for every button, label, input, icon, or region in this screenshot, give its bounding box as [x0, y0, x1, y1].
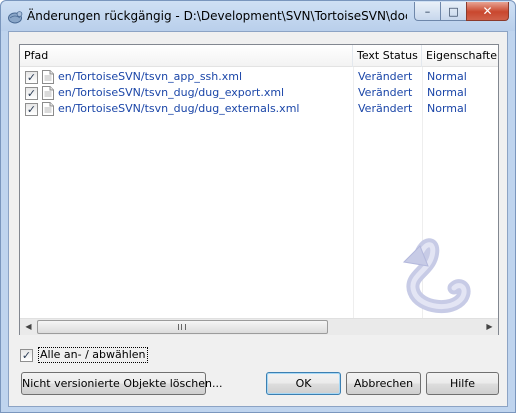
help-button[interactable]: Hilfe: [426, 372, 499, 395]
row-checkbox[interactable]: ✓: [25, 71, 38, 84]
tortoisesvn-icon: [8, 11, 23, 24]
select-all-toggle[interactable]: ✓ Alle an- / abwählen: [20, 347, 148, 363]
xml-file-icon: [42, 70, 54, 84]
dialog-body: Pfad Text Status Eigenschaften ✓ en/Tort…: [8, 31, 508, 407]
column-header-path[interactable]: Pfad: [20, 45, 353, 67]
file-list[interactable]: Pfad Text Status Eigenschaften ✓ en/Tort…: [19, 44, 499, 335]
row-property-status: Normal: [427, 102, 467, 115]
horizontal-scrollbar[interactable]: ◀ ▶: [20, 318, 498, 335]
title-bar[interactable]: Änderungen rückgängig - D:\Development\S…: [1, 1, 515, 31]
row-property-status: Normal: [427, 86, 467, 99]
column-header-properties[interactable]: Eigenschaften: [422, 45, 498, 67]
window-title: Änderungen rückgängig - D:\Development\S…: [27, 9, 407, 23]
revert-dialog: Änderungen rückgängig - D:\Development\S…: [0, 0, 516, 413]
row-property-status: Normal: [427, 70, 467, 83]
row-path: en/TortoiseSVN/tsvn_dug/dug_externals.xm…: [58, 102, 300, 115]
select-all-checkbox[interactable]: ✓: [20, 348, 33, 362]
scroll-thumb[interactable]: [37, 320, 328, 334]
scroll-left-button[interactable]: ◀: [20, 319, 37, 335]
scroll-right-button[interactable]: ▶: [481, 319, 498, 335]
list-item[interactable]: ✓ en/TortoiseSVN/tsvn_dug/dug_export.xml…: [20, 85, 498, 101]
column-header-text-status[interactable]: Text Status: [353, 45, 422, 67]
scroll-grip-icon: [178, 324, 186, 330]
list-item[interactable]: ✓ en/TortoiseSVN/tsvn_app_ssh.xml Veränd…: [20, 69, 498, 85]
xml-file-icon: [42, 86, 54, 100]
row-text-status: Verändert: [358, 102, 413, 115]
row-checkbox[interactable]: ✓: [25, 87, 38, 100]
row-text-status: Verändert: [358, 70, 413, 83]
delete-unversioned-button[interactable]: Nicht versionierte Objekte löschen...: [21, 372, 223, 395]
cancel-button[interactable]: Abbrechen: [346, 372, 421, 395]
row-path: en/TortoiseSVN/tsvn_app_ssh.xml: [58, 70, 243, 83]
row-path: en/TortoiseSVN/tsvn_dug/dug_export.xml: [58, 86, 285, 99]
row-text-status: Verändert: [358, 86, 413, 99]
list-item[interactable]: ✓ en/TortoiseSVN/tsvn_dug/dug_externals.…: [20, 101, 498, 117]
maximize-button[interactable]: □: [440, 2, 466, 21]
ok-button[interactable]: OK: [266, 372, 341, 395]
close-button[interactable]: ✕: [466, 2, 509, 21]
list-header: Pfad Text Status Eigenschaften: [20, 45, 498, 67]
row-checkbox[interactable]: ✓: [25, 103, 38, 116]
select-all-label[interactable]: Alle an- / abwählen: [38, 347, 148, 363]
revert-arrow-icon: [402, 238, 471, 314]
window-controls: – □ ✕: [414, 2, 509, 21]
minimize-button[interactable]: –: [414, 2, 440, 21]
xml-file-icon: [42, 102, 54, 116]
